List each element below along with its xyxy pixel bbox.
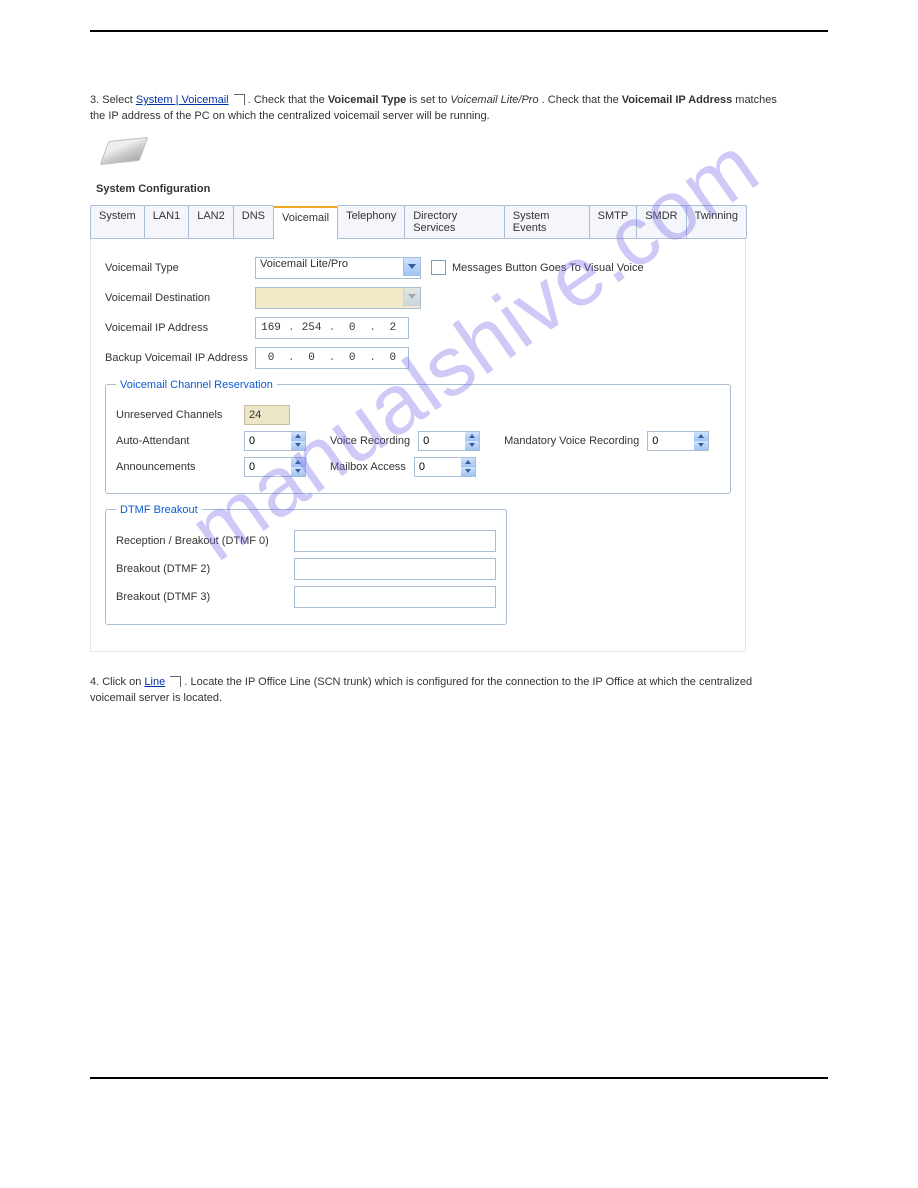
channel-reservation-legend: Voicemail Channel Reservation [116, 379, 277, 391]
backup-ip-input[interactable]: 0. 0. 0. 0 [255, 347, 409, 369]
spin-down-icon[interactable] [694, 441, 708, 450]
channel-reservation-group: Voicemail Channel Reservation Unreserved… [105, 379, 731, 494]
mandatory-label: Mandatory Voice Recording [504, 435, 639, 447]
popup-icon [170, 676, 181, 687]
t1: . Check that the [248, 94, 328, 106]
dtmf0-label: Reception / Breakout (DTMF 0) [116, 535, 286, 547]
popup-icon [234, 94, 245, 105]
t1b: Voicemail Type [328, 94, 406, 106]
spin-down-icon[interactable] [291, 441, 305, 450]
vm-ip-label: Voicemail IP Address [105, 322, 255, 334]
ip-a[interactable]: 169 [256, 320, 286, 336]
messages-visual-label: Messages Button Goes To Visual Voice [452, 262, 644, 274]
step4-prefix: 4. Click on [90, 676, 144, 688]
vm-ip-input[interactable]: 169. 254. 0. 2 [255, 317, 409, 339]
step3-link[interactable]: System | Voicemail [136, 94, 229, 106]
announcements-label: Announcements [116, 461, 236, 473]
dtmf3-input[interactable] [294, 586, 496, 608]
voice-rec-label: Voice Recording [330, 435, 410, 447]
bip-c[interactable]: 0 [337, 350, 367, 366]
t2: is set to [409, 94, 450, 106]
tab-events[interactable]: System Events [504, 205, 590, 238]
config-panel: System LAN1 LAN2 DNS Voicemail Telephony… [90, 205, 746, 652]
spin-down-icon[interactable] [291, 467, 305, 476]
step3-prefix: 3. Select [90, 94, 136, 106]
tab-smtp[interactable]: SMTP [589, 205, 638, 238]
step4-link[interactable]: Line [144, 676, 165, 688]
dtmf3-label: Breakout (DTMF 3) [116, 591, 286, 603]
unreserved-label: Unreserved Channels [116, 409, 236, 421]
t2em: Voicemail Lite/Pro [450, 94, 538, 106]
spin-up-icon[interactable] [461, 458, 475, 467]
spin-up-icon[interactable] [694, 432, 708, 441]
t3: . Check that the [542, 94, 622, 106]
tab-lan1[interactable]: LAN1 [144, 205, 190, 238]
bip-d[interactable]: 0 [378, 350, 408, 366]
tab-telephony[interactable]: Telephony [337, 205, 405, 238]
tab-twinning[interactable]: Twinning [686, 205, 747, 238]
tab-voicemail[interactable]: Voicemail [273, 206, 338, 239]
vm-type-combo[interactable]: Voicemail Lite/Pro [255, 257, 421, 279]
dtmf2-label: Breakout (DTMF 2) [116, 563, 286, 575]
system-icon [100, 137, 149, 165]
dtmf-breakout-legend: DTMF Breakout [116, 504, 202, 516]
vm-dest-combo [255, 287, 421, 309]
dropdown-icon[interactable] [403, 258, 420, 276]
ip-d[interactable]: 2 [378, 320, 408, 336]
dropdown-icon-disabled [403, 288, 420, 306]
header-rule [90, 30, 828, 32]
step-4-text: 4. Click on Line . Locate the IP Office … [90, 674, 790, 707]
step-3-text: 3. Select System | Voicemail . Check tha… [90, 92, 790, 125]
spin-up-icon[interactable] [291, 432, 305, 441]
step4-suffix: . Locate the IP Office Line (SCN trunk) … [90, 676, 752, 704]
unreserved-value: 24 [244, 405, 290, 425]
dtmf0-input[interactable] [294, 530, 496, 552]
tab-lan2[interactable]: LAN2 [188, 205, 234, 238]
vm-type-label: Voicemail Type [105, 262, 255, 274]
backup-ip-label: Backup Voicemail IP Address [105, 352, 255, 364]
bip-b[interactable]: 0 [297, 350, 327, 366]
spin-up-icon[interactable] [465, 432, 479, 441]
system-config-label: System Configuration [96, 183, 210, 195]
ip-b[interactable]: 254 [297, 320, 327, 336]
t3b: Voicemail IP Address [622, 94, 732, 106]
auto-att-label: Auto-Attendant [116, 435, 236, 447]
footer-rule [90, 1077, 828, 1079]
vm-dest-label: Voicemail Destination [105, 292, 255, 304]
messages-visual-checkbox[interactable] [431, 260, 446, 275]
spin-down-icon[interactable] [461, 467, 475, 476]
mailbox-label: Mailbox Access [330, 461, 406, 473]
dtmf-breakout-group: DTMF Breakout Reception / Breakout (DTMF… [105, 504, 507, 625]
tab-smdr[interactable]: SMDR [636, 205, 686, 238]
spin-down-icon[interactable] [465, 441, 479, 450]
tab-system[interactable]: System [90, 205, 145, 238]
spin-up-icon[interactable] [291, 458, 305, 467]
tab-directory[interactable]: Directory Services [404, 205, 505, 238]
bip-a[interactable]: 0 [256, 350, 286, 366]
ip-c[interactable]: 0 [337, 320, 367, 336]
tab-row: System LAN1 LAN2 DNS Voicemail Telephony… [90, 205, 746, 239]
dtmf2-input[interactable] [294, 558, 496, 580]
tab-dns[interactable]: DNS [233, 205, 274, 238]
